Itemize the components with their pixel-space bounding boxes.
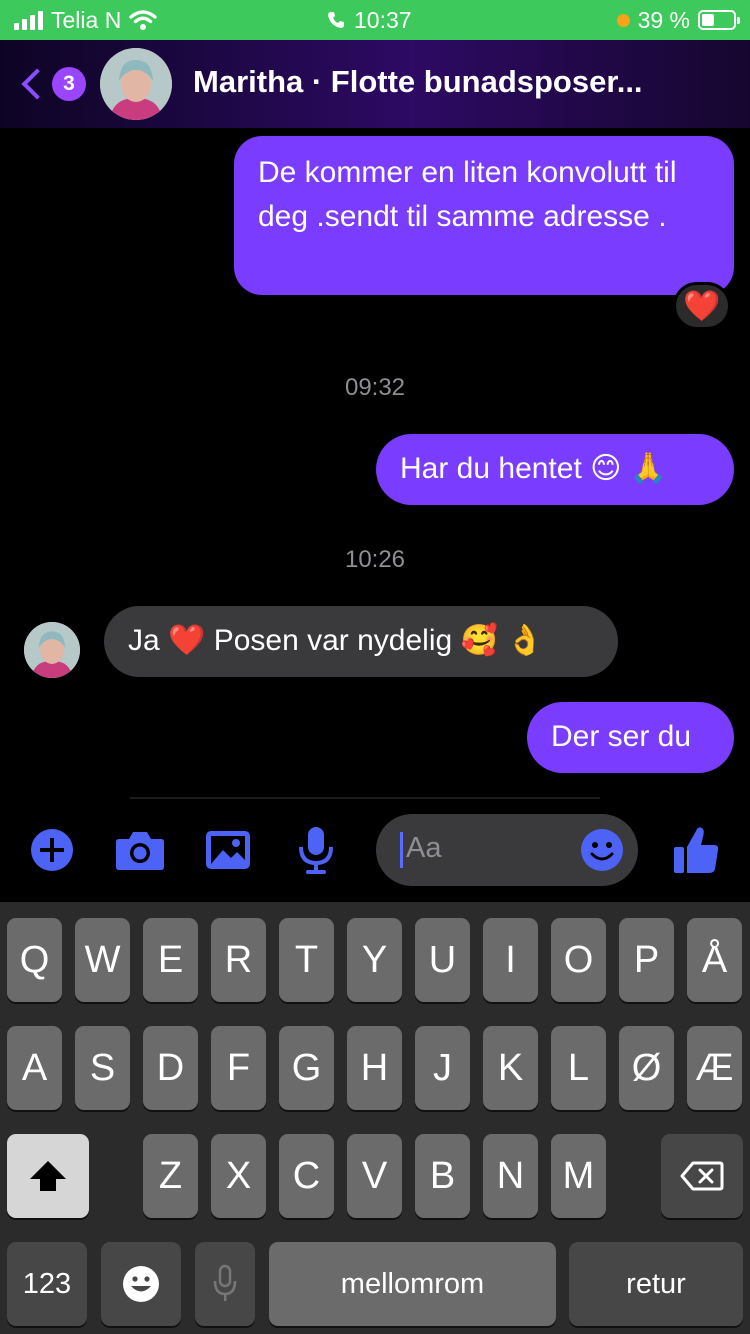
message-input[interactable]: Aa	[376, 814, 638, 886]
key-row1-1[interactable]: W	[75, 918, 130, 1002]
key-row1-5[interactable]: Y	[347, 918, 402, 1002]
orange-dot-indicator	[616, 13, 630, 27]
chevron-left-icon	[21, 68, 53, 100]
wifi-icon	[129, 10, 158, 30]
plus-button[interactable]	[26, 824, 78, 876]
microphone-icon	[299, 827, 333, 874]
key-row3-5[interactable]: N	[483, 1134, 538, 1218]
divider	[130, 797, 600, 799]
key-row1-10[interactable]: Å	[687, 918, 742, 1002]
camera-icon	[116, 832, 164, 870]
key-row2-4[interactable]: G	[279, 1026, 334, 1110]
keyboard: 123 mellomrom retur QWERTYUIOPÅ ASDFGHJKL…	[0, 902, 750, 1334]
key-row3-1[interactable]: X	[211, 1134, 266, 1218]
conversation-title[interactable]: Maritha · Flotte bunadsposer...	[193, 64, 643, 100]
clock: 10:37	[354, 6, 412, 33]
key-row1-7[interactable]: I	[483, 918, 538, 1002]
message-bubble-outgoing[interactable]: Har du hentet 😊 🙏	[376, 434, 734, 505]
emoji-key[interactable]	[101, 1242, 181, 1326]
key-row2-10[interactable]: Æ	[687, 1026, 742, 1110]
gallery-button[interactable]	[202, 824, 254, 876]
shift-key[interactable]	[7, 1134, 89, 1218]
key-row2-3[interactable]: F	[211, 1026, 266, 1110]
key-row2-0[interactable]: A	[7, 1026, 62, 1110]
key-row1-0[interactable]: Q	[7, 918, 62, 1002]
key-row3-2[interactable]: C	[279, 1134, 334, 1218]
back-button[interactable]: 3	[16, 60, 86, 108]
backspace-icon	[680, 1161, 724, 1191]
key-row2-6[interactable]: J	[415, 1026, 470, 1110]
key-row2-7[interactable]: K	[483, 1026, 538, 1110]
key-row3-6[interactable]: M	[551, 1134, 606, 1218]
message-bubble-outgoing[interactable]: Der ser du	[527, 702, 734, 773]
key-row1-4[interactable]: T	[279, 918, 334, 1002]
emoji-keyboard-icon	[123, 1266, 159, 1302]
key-row2-1[interactable]: S	[75, 1026, 130, 1110]
message-timestamp: 10:26	[344, 546, 406, 573]
key-row1-9[interactable]: P	[619, 918, 674, 1002]
message-bubble-incoming[interactable]: Ja ❤️ Posen var nydelig 🥰 👌	[104, 606, 618, 677]
key-row1-8[interactable]: O	[551, 918, 606, 1002]
image-icon	[206, 831, 250, 869]
shift-arrow-icon	[30, 1161, 66, 1191]
key-row3-3[interactable]: V	[347, 1134, 402, 1218]
key-row2-8[interactable]: L	[551, 1026, 606, 1110]
plus-icon	[31, 829, 73, 871]
key-row3-4[interactable]: B	[415, 1134, 470, 1218]
numbers-key[interactable]: 123	[7, 1242, 87, 1326]
smiley-icon	[581, 829, 623, 871]
thumbs-up-button[interactable]	[670, 824, 722, 876]
thumbs-up-icon	[674, 827, 719, 873]
phone-icon	[328, 12, 344, 28]
carrier-label: Telia N	[51, 6, 122, 33]
key-row1-3[interactable]: R	[211, 918, 266, 1002]
chat-header: 3 Maritha · Flotte bunadsposer...	[0, 40, 750, 128]
key-row1-6[interactable]: U	[415, 918, 470, 1002]
dictation-key[interactable]	[195, 1242, 255, 1326]
avatar[interactable]	[100, 48, 172, 120]
key-row1-2[interactable]: E	[143, 918, 198, 1002]
key-row2-2[interactable]: D	[143, 1026, 198, 1110]
message-composer: Aa	[0, 800, 750, 902]
battery-icon	[698, 10, 740, 30]
message-input-placeholder: Aa	[406, 832, 442, 864]
key-row2-5[interactable]: H	[347, 1026, 402, 1110]
status-bar: Telia N 10:37 39 %	[0, 0, 750, 40]
return-key[interactable]: retur	[569, 1242, 743, 1326]
text-caret	[400, 832, 403, 868]
camera-button[interactable]	[114, 824, 166, 876]
key-row2-9[interactable]: Ø	[619, 1026, 674, 1110]
signal-icon	[14, 10, 43, 30]
space-key[interactable]: mellomrom	[269, 1242, 556, 1326]
battery-percent: 39 %	[637, 6, 690, 33]
key-row3-0[interactable]: Z	[143, 1134, 198, 1218]
message-timestamp: 09:32	[344, 374, 406, 401]
microphone-icon	[213, 1264, 237, 1301]
unread-count-badge: 3	[52, 67, 86, 101]
message-bubble-outgoing[interactable]: De kommer en liten konvolutt til deg .se…	[234, 136, 734, 295]
backspace-key[interactable]	[661, 1134, 743, 1218]
sender-avatar[interactable]	[24, 622, 80, 678]
heart-reaction[interactable]: ❤️	[673, 282, 731, 330]
emoji-button[interactable]	[580, 828, 624, 877]
voice-button[interactable]	[290, 824, 342, 876]
